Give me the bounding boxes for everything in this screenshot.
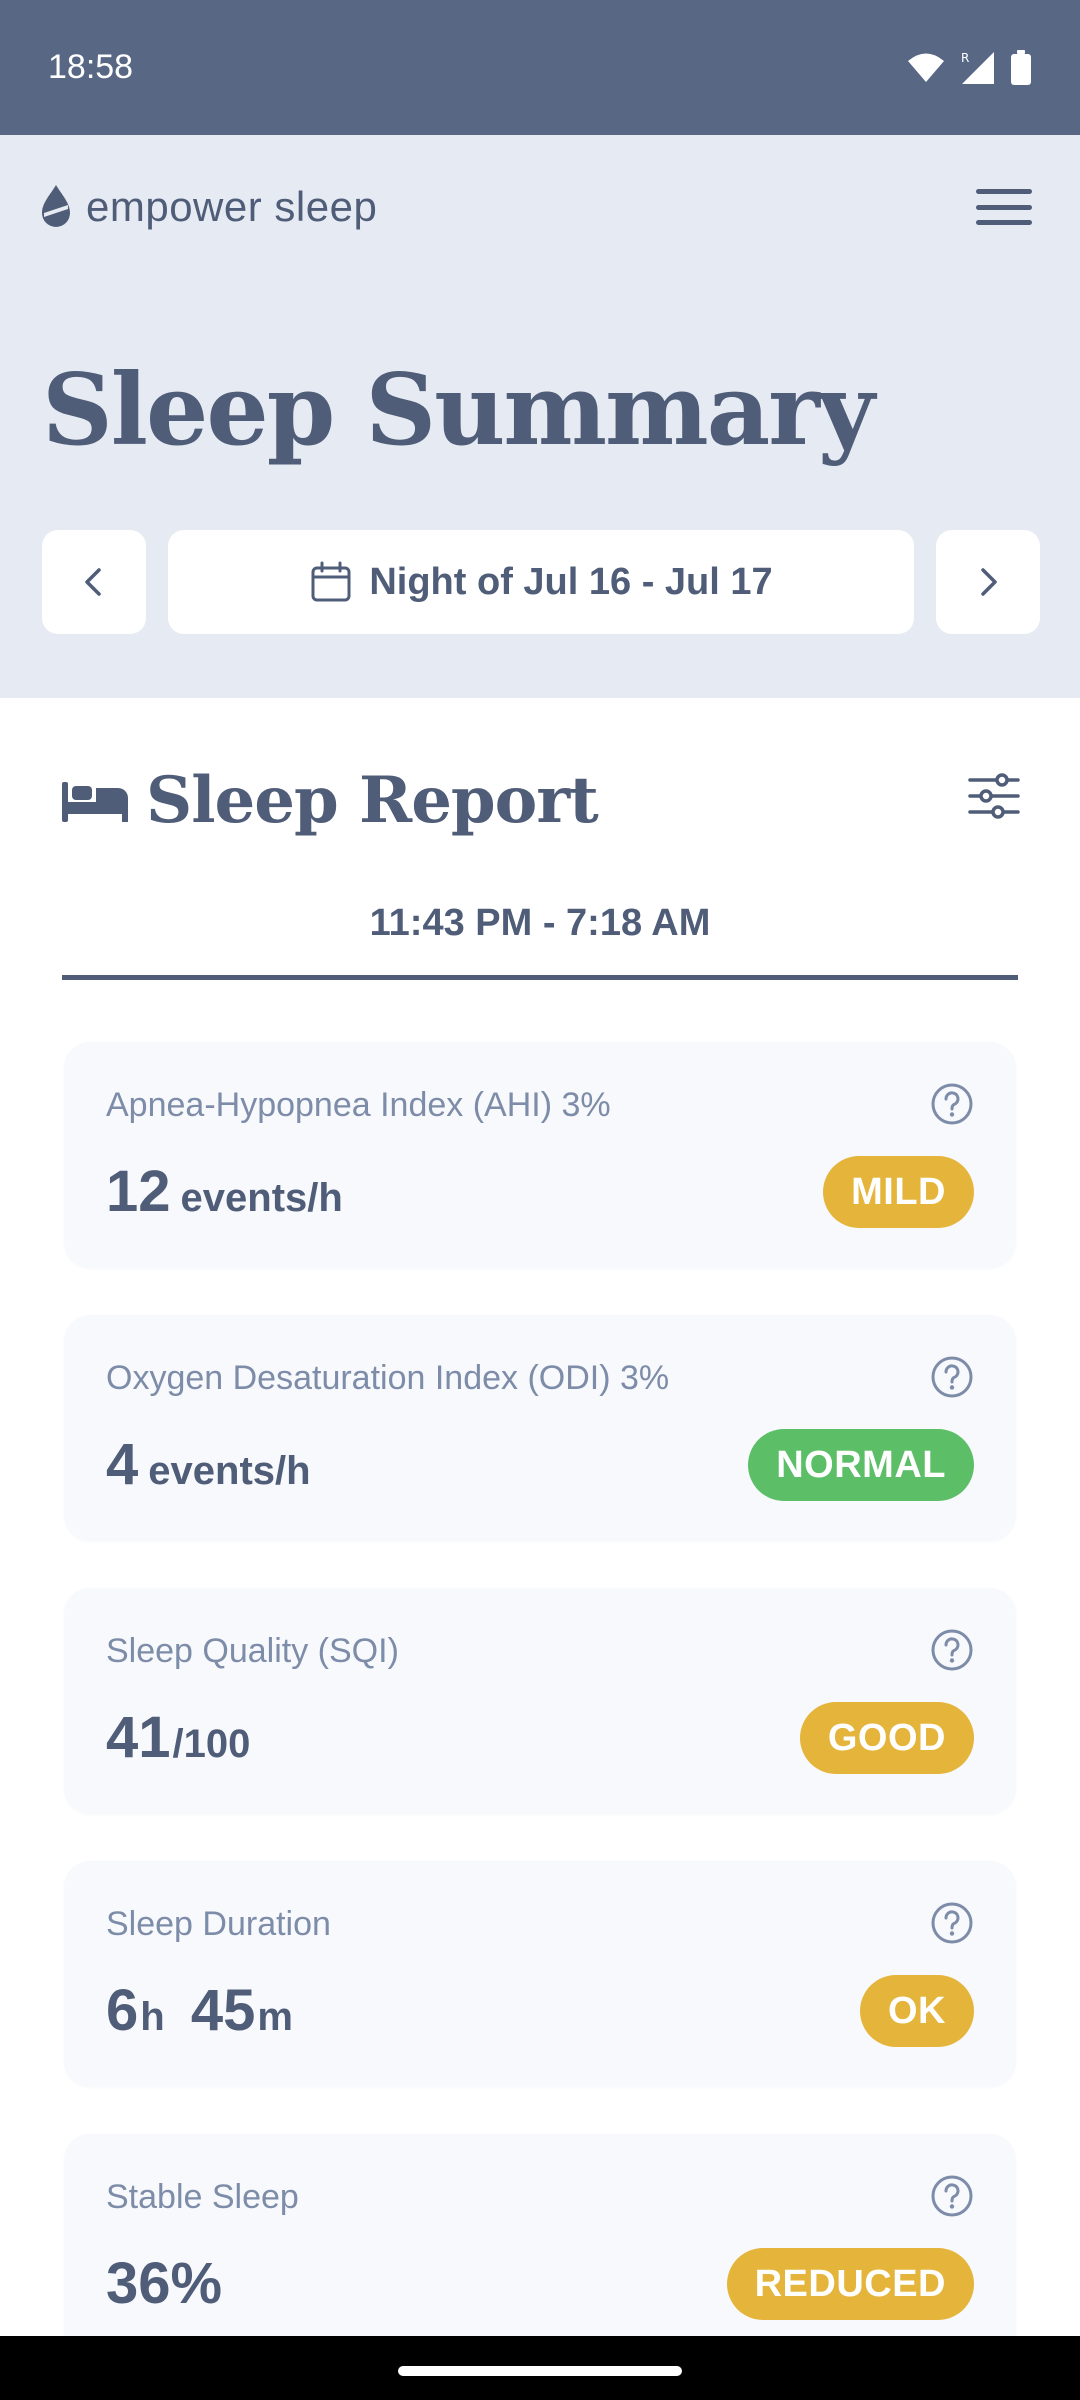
- metric-value: 12 events/h: [106, 1158, 343, 1225]
- home-indicator[interactable]: [398, 2366, 682, 2376]
- metric-unit: m: [257, 1995, 293, 2039]
- metric-unit: /100: [172, 1722, 251, 1766]
- chevron-right-icon: [981, 568, 997, 596]
- metric-number: 12: [106, 1159, 171, 1224]
- status-time: 18:58: [48, 48, 134, 86]
- metric-card-ahi[interactable]: Apnea-Hypopnea Index (AHI) 3% 12 events/h…: [64, 1042, 1016, 1268]
- drop-logo-icon: [42, 185, 70, 227]
- menu-line: [976, 204, 1032, 210]
- date-selector[interactable]: Night of Jul 16 - Jul 17: [168, 530, 914, 634]
- metric-unit: events/h: [148, 1449, 311, 1493]
- status-badge: GOOD: [799, 1702, 974, 1774]
- brand-logo[interactable]: empower sleep: [40, 183, 377, 231]
- date-label: Night of Jul 16 - Jul 17: [369, 560, 773, 603]
- metric-label: Oxygen Desaturation Index (ODI) 3%: [106, 1359, 670, 1397]
- status-badge: REDUCED: [726, 2248, 974, 2320]
- metric-card-duration[interactable]: Sleep Duration 6h 45m OK: [64, 1861, 1016, 2087]
- bed-icon: [62, 782, 128, 822]
- metric-value: 4 events/h: [106, 1431, 311, 1498]
- status-badge: NORMAL: [748, 1429, 974, 1501]
- date-navigator: Night of Jul 16 - Jul 17: [42, 530, 1040, 634]
- help-icon[interactable]: [930, 1082, 974, 1126]
- help-icon[interactable]: [930, 2174, 974, 2218]
- menu-button[interactable]: [976, 183, 1032, 231]
- metric-number: 4: [106, 1432, 139, 1497]
- wifi-icon: [908, 53, 944, 82]
- report-header: Sleep Report: [62, 760, 1022, 840]
- status-icons: R: [906, 49, 1032, 86]
- chevron-left-icon: [85, 568, 101, 596]
- menu-line: [976, 220, 1032, 225]
- metric-card-odi[interactable]: Oxygen Desaturation Index (ODI) 3% 4 even…: [64, 1315, 1016, 1541]
- help-icon[interactable]: [930, 1355, 974, 1399]
- help-icon[interactable]: [930, 1901, 974, 1945]
- previous-night-button[interactable]: [42, 530, 146, 634]
- time-range-tab[interactable]: 11:43 PM - 7:18 AM: [62, 890, 1018, 980]
- battery-icon: [1011, 49, 1031, 85]
- page-title: Sleep Summary: [42, 353, 875, 468]
- metric-card-sqi[interactable]: Sleep Quality (SQI) 41/100 GOOD: [64, 1588, 1016, 1814]
- metric-label: Sleep Duration: [106, 1905, 331, 1943]
- metric-value: 41/100: [106, 1704, 250, 1771]
- svg-text:R: R: [961, 51, 969, 65]
- status-badge: MILD: [823, 1156, 974, 1228]
- filter-button[interactable]: [966, 768, 1022, 824]
- sliders-icon: [968, 773, 1020, 819]
- calendar-icon: [311, 561, 351, 602]
- next-night-button[interactable]: [936, 530, 1040, 634]
- metric-card-stable-sleep[interactable]: Stable Sleep 36% REDUCED: [64, 2134, 1016, 2360]
- help-icon[interactable]: [930, 1628, 974, 1672]
- metric-unit: events/h: [180, 1176, 343, 1220]
- metric-number: 41: [106, 1705, 171, 1770]
- metric-value: 36%: [106, 2250, 222, 2317]
- status-badge: OK: [860, 1975, 974, 2047]
- metric-value: 6h 45m: [106, 1977, 293, 2044]
- cell-signal-icon: R: [961, 51, 994, 84]
- metric-label: Apnea-Hypopnea Index (AHI) 3%: [106, 1086, 611, 1124]
- brand-name: empower sleep: [86, 183, 378, 230]
- summary-header: empower sleep Sleep Summary Night of Jul…: [0, 135, 1080, 698]
- metric-number: 36%: [106, 2251, 223, 2316]
- status-bar: 18:58 R: [0, 0, 1080, 135]
- metric-unit: h: [140, 1995, 165, 2039]
- menu-line: [976, 189, 1032, 194]
- metric-hours: 6: [106, 1978, 139, 2043]
- metric-label: Stable Sleep: [106, 2178, 299, 2216]
- metric-label: Sleep Quality (SQI): [106, 1632, 399, 1670]
- report-title: Sleep Report: [146, 762, 599, 838]
- metric-minutes: 45: [190, 1978, 256, 2043]
